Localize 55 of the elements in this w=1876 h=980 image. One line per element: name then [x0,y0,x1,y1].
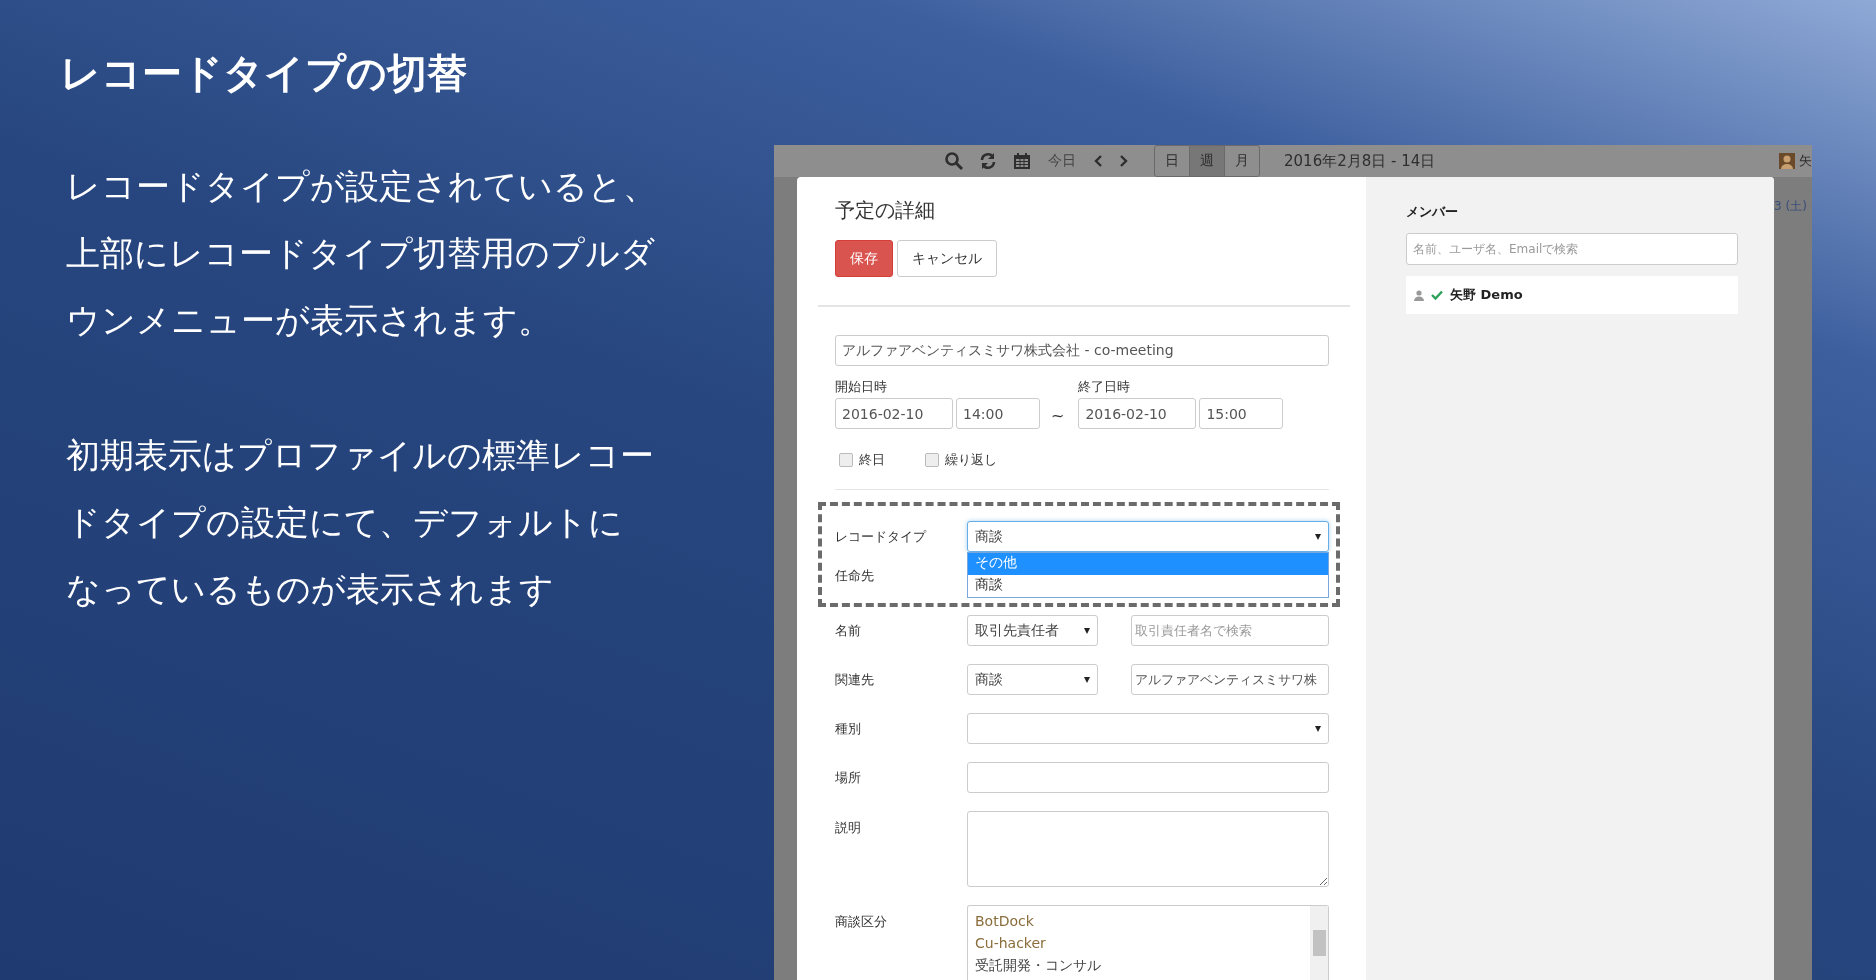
kind-select[interactable] [967,713,1329,744]
avatar-icon [1779,153,1795,169]
field-label: 種別 [835,719,862,738]
end-label: 終了日時 [1078,378,1132,396]
dropdown-option[interactable]: 商談 [968,575,1328,597]
related-type-select[interactable]: 商談 [967,664,1098,695]
member-row[interactable]: 矢野 Demo [1406,276,1738,314]
member-name: 矢野 Demo [1450,286,1523,304]
field-label: 名前 [835,621,862,640]
date-range: 2016年2月8日 - 14日 [1284,151,1436,171]
field-label: 任命先 [835,566,875,585]
category-listbox[interactable]: BotDock Cu-hacker 受託開発・コンサル [967,905,1329,980]
place-field[interactable] [967,762,1329,793]
user-name: 矢 [1799,152,1812,170]
slide-title: レコードタイプの切替 [60,49,468,98]
subject-field[interactable]: アルファアベンティスミサワ株式会社 - co-meeting [835,335,1329,366]
refresh-icon[interactable] [978,151,998,171]
list-option[interactable]: Cu-hacker [975,932,1303,954]
search-icon[interactable] [944,151,964,171]
dialog-title: 予定の詳細 [835,197,936,224]
name-type-select[interactable]: 取引先責任者 [967,615,1098,646]
slide-paragraph: レコードタイプが設定されていると、 上部にレコードタイプ切替用のプルダ ウンメニューが表示されます。 [66,165,658,342]
description-field[interactable] [967,811,1329,887]
field-label: 説明 [835,819,862,837]
checkbox-label: 繰り返し [945,451,997,469]
start-time-field[interactable]: 14:00 [956,398,1040,429]
members-title: メンバー [1406,203,1459,221]
save-button[interactable]: 保存 [835,240,893,277]
field-label: 商談区分 [835,913,888,931]
member-search-field[interactable]: 名前、ユーザ名、Emailで検索 [1406,233,1738,265]
start-date-field[interactable]: 2016-02-10 [835,398,953,429]
end-date-field[interactable]: 2016-02-10 [1078,398,1197,429]
list-option[interactable]: BotDock [975,910,1303,932]
record-type-select[interactable]: 商談 [967,521,1329,552]
name-search-field[interactable]: 取引責任者名で検索 [1131,615,1329,646]
checkbox-label: 終日 [859,451,885,469]
calendar-icon[interactable] [1012,151,1032,171]
chevron-left-icon[interactable] [1092,154,1104,168]
field-label: 関連先 [835,670,875,689]
view-tab[interactable]: 月 [1225,146,1259,176]
scrollbar[interactable] [1310,906,1328,980]
list-option[interactable]: 受託開発・コンサル [975,954,1303,976]
field-label: レコードタイプ [835,527,928,546]
range-separator: ~ [1051,406,1065,425]
checkbox[interactable] [839,453,853,467]
day-header: 3 (土) [1774,199,1807,213]
end-time-field[interactable]: 15:00 [1199,398,1284,429]
checkbox[interactable] [925,453,939,467]
cancel-button[interactable]: キャンセル [897,240,997,277]
related-field[interactable]: アルファアベンティスミサワ株 [1131,664,1329,695]
slide-paragraph: 初期表示はプロファイルの標準レコー ドタイプの設定にて、デフォルトに なっているものが表示されます [66,434,655,611]
chevron-right-icon[interactable] [1118,154,1130,168]
field-label: 場所 [835,768,862,787]
person-icon [1414,289,1424,301]
start-label: 開始日時 [835,378,888,396]
